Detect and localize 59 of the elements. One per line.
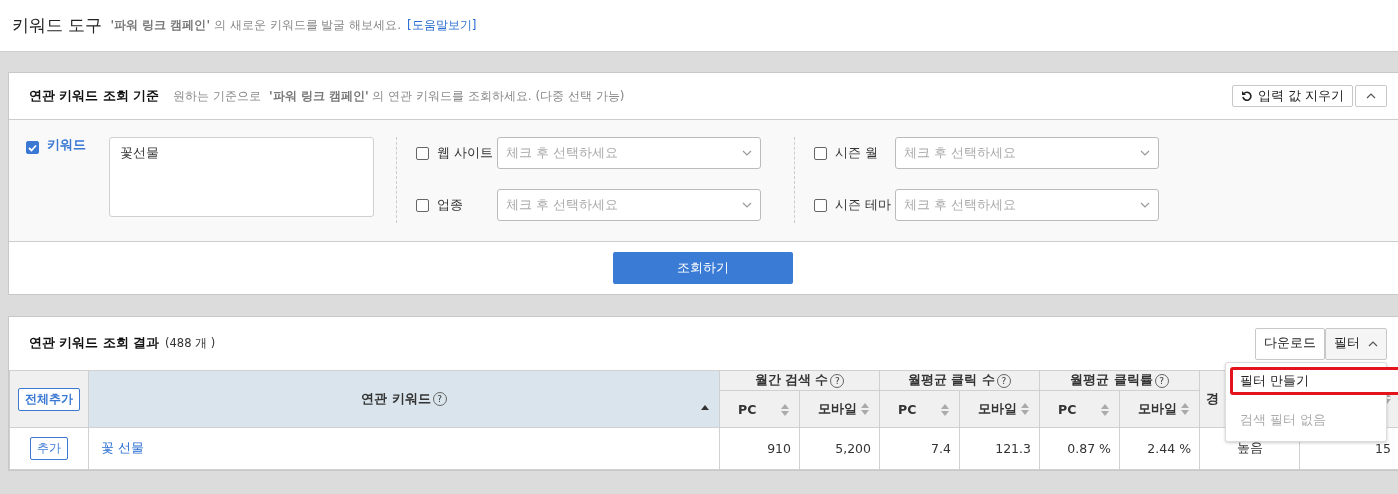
checkbox[interactable] [416, 146, 429, 160]
table-cell: 0.87 % [1039, 427, 1120, 470]
reset-button[interactable]: 입력 값 지우기 [1232, 85, 1353, 107]
chevron-up-icon [1368, 340, 1378, 347]
column-label: 모바일 [978, 400, 1017, 416]
search-button[interactable]: 조회하기 [613, 252, 793, 284]
column-label: 월평균 클릭 수 [908, 372, 995, 387]
filter-label: 업종 [437, 196, 464, 214]
filter-label: 시즌 월 [835, 144, 879, 162]
results-count: (488 개 ) [165, 336, 216, 351]
column-label: 월평균 클릭률 [1070, 372, 1153, 387]
add-all-button[interactable]: 전체추가 [18, 387, 80, 411]
menu-item[interactable]: 필터 만들기 [1230, 367, 1398, 395]
reset-icon [1241, 90, 1254, 102]
chevron-up-icon [1366, 93, 1376, 99]
sort-icon [1101, 403, 1109, 416]
checkbox[interactable] [814, 198, 827, 212]
keyword-label: 키워드 [47, 137, 87, 154]
page-description: '파워 링크 캠페인' 의 새로운 키워드를 발굴 해보세요. [110, 17, 401, 34]
table-cell: 121.3 [959, 427, 1040, 470]
sort-icon [781, 403, 789, 416]
keyword-field[interactable]: 꽃선물 [109, 137, 374, 217]
column-label: 경 [1206, 390, 1219, 406]
sort-ascending-icon [701, 405, 709, 410]
chevron-down-icon [742, 150, 752, 156]
checkbox[interactable] [814, 146, 827, 160]
section-title: 연관 키워드 조회 기준 [29, 87, 160, 105]
results-title: 연관 키워드 조회 결과 [29, 335, 160, 352]
page-title: 키워드 도구 [12, 14, 103, 37]
keyword-link[interactable]: 꽃 선물 [101, 440, 144, 455]
checkbox[interactable] [416, 198, 429, 212]
download-button[interactable]: 다운로드 [1255, 327, 1325, 360]
section-hint: 원하는 기준으로 [173, 87, 261, 105]
chevron-down-icon [1140, 150, 1150, 156]
checkbox[interactable] [26, 141, 39, 154]
column-label: 모바일 [818, 400, 857, 416]
filter-label: 웹 사이트 [437, 144, 494, 162]
section-description: '파워 링크 캠페인' 의 연관 키워드를 조회하세요. (다중 선택 가능) [268, 87, 625, 105]
column-label: PC [738, 401, 757, 417]
table-cell: 5,200 [799, 427, 880, 470]
checkmark-icon [28, 143, 37, 152]
filter-button[interactable]: 필터 [1325, 327, 1387, 360]
sort-icon [861, 402, 869, 415]
help-link[interactable]: [도움말보기] [407, 17, 477, 34]
column-label: 모바일 [1138, 400, 1177, 416]
add-button[interactable]: 추가 [30, 437, 68, 460]
sort-icon [1181, 402, 1189, 415]
column-label: 연관 키워드 [361, 390, 431, 406]
filter-label: 시즌 테마 [835, 196, 892, 214]
column-label: 월간 검색 수 [754, 372, 829, 387]
column-label: PC [898, 401, 917, 417]
column-label: PC [1058, 401, 1077, 417]
table-cell: 910 [719, 427, 800, 470]
chevron-down-icon [742, 202, 752, 208]
table-cell: 7.4 [879, 427, 960, 470]
sort-icon [941, 403, 949, 416]
table-cell: 2.44 % [1119, 427, 1200, 470]
chevron-down-icon [1140, 202, 1150, 208]
sort-icon [1021, 402, 1029, 415]
